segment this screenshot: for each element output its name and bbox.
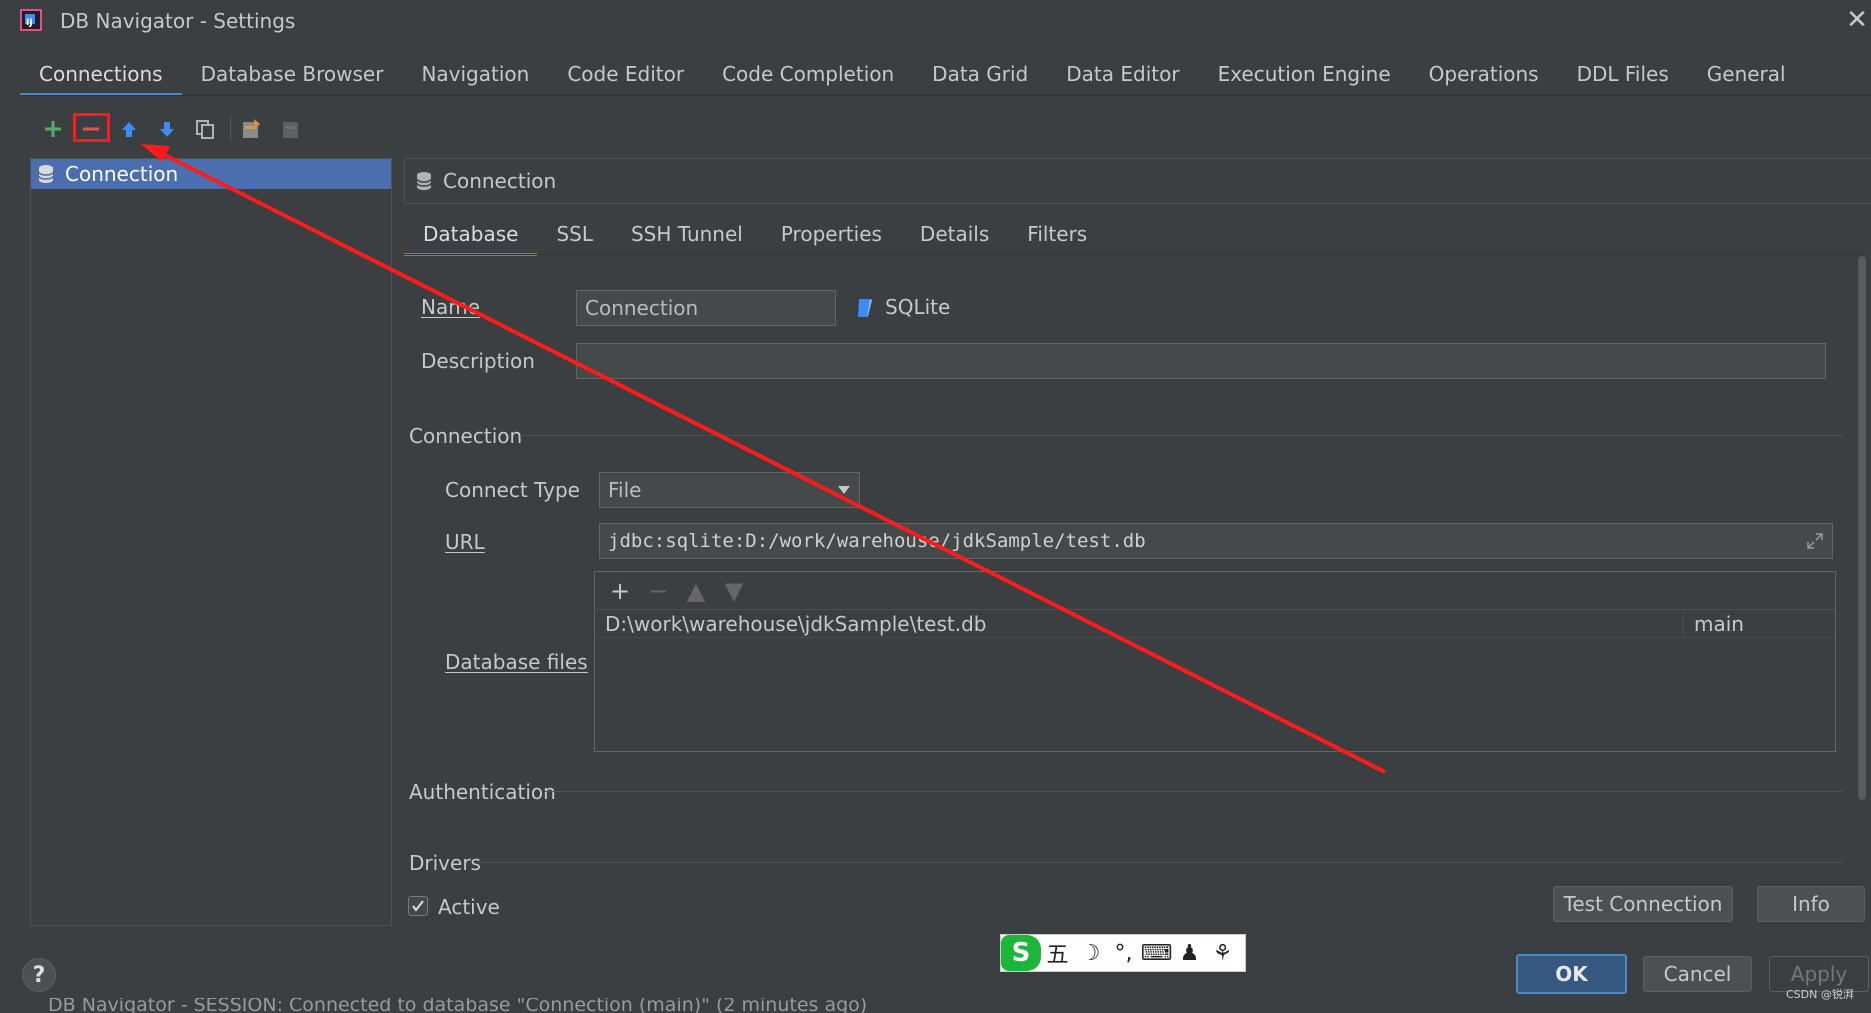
active-checkbox[interactable] — [408, 896, 428, 916]
file-path-cell[interactable]: D:\work\warehouse\jdkSample\test.db — [595, 612, 1683, 636]
tree-item-label: Connection — [65, 162, 179, 186]
apps-icon[interactable]: ⚘ — [1206, 941, 1239, 966]
close-icon[interactable]: ✕ — [1845, 7, 1869, 33]
database-files-toolbar: + − ▲ ▼ — [595, 572, 1835, 610]
tab-ddl-files[interactable]: DDL Files — [1558, 56, 1688, 96]
expand-icon[interactable] — [1806, 532, 1824, 550]
tree-item-connection[interactable]: Connection — [31, 159, 391, 189]
tab-connections[interactable]: Connections — [20, 56, 182, 96]
cancel-button[interactable]: Cancel — [1643, 956, 1752, 992]
sqlite-icon — [856, 297, 874, 324]
app-logo-icon: IJ — [20, 9, 42, 31]
connection-section-title: Connection — [409, 424, 523, 448]
export-icon — [243, 119, 260, 138]
copy-connection-button[interactable] — [190, 114, 220, 144]
export-button[interactable] — [237, 114, 267, 144]
tab-general[interactable]: General — [1688, 56, 1805, 96]
user-icon[interactable]: ♟ — [1173, 941, 1206, 966]
database-icon — [38, 165, 54, 183]
tab-execution-engine[interactable]: Execution Engine — [1199, 56, 1410, 96]
tab-ssh-tunnel[interactable]: SSH Tunnel — [612, 216, 762, 256]
section-divider — [520, 435, 1843, 436]
add-connection-button[interactable] — [38, 114, 68, 144]
move-down-icon — [160, 122, 174, 137]
move-file-up-icon[interactable]: ▲ — [681, 576, 711, 606]
tab-properties[interactable]: Properties — [762, 216, 901, 256]
table-row[interactable]: D:\work\warehouse\jdkSample\test.db main — [595, 609, 1835, 638]
connection-header: Connection — [404, 158, 1871, 204]
section-divider — [477, 862, 1843, 863]
name-label: Name — [421, 295, 481, 319]
ime-logo[interactable]: S — [1001, 935, 1041, 971]
help-button[interactable]: ? — [22, 958, 56, 992]
title-bar: IJ DB Navigator - Settings ✕ — [0, 0, 1871, 44]
ok-button[interactable]: OK — [1516, 954, 1627, 994]
copy-icon — [196, 120, 214, 139]
connect-type-label: Connect Type — [445, 478, 580, 502]
database-files-table: + − ▲ ▼ D:\work\warehouse\jdkSample\test… — [594, 571, 1836, 752]
tab-ssl[interactable]: SSL — [537, 216, 612, 256]
tab-data-editor[interactable]: Data Editor — [1047, 56, 1198, 96]
move-down-button[interactable] — [152, 114, 182, 144]
database-icon — [416, 172, 432, 190]
move-up-icon — [122, 122, 136, 137]
checkmark-icon — [412, 900, 424, 912]
file-schema-cell[interactable]: main — [1683, 609, 1744, 638]
section-divider — [545, 791, 1843, 792]
drivers-section-title[interactable]: Drivers — [409, 851, 481, 875]
url-field[interactable]: jdbc:sqlite:D:/work/warehouse/jdkSample/… — [599, 523, 1833, 559]
authentication-section-title[interactable]: Authentication — [409, 780, 556, 804]
connection-header-title: Connection — [443, 169, 557, 193]
punctuation-icon[interactable]: °, — [1107, 941, 1140, 966]
add-icon — [45, 121, 61, 137]
chevron-down-icon — [838, 486, 850, 494]
info-button[interactable]: Info — [1757, 886, 1865, 922]
active-label[interactable]: Active — [438, 895, 500, 919]
ime-toolbar: S 五 ☽ °, ⌨ ♟ ⚘ — [1000, 934, 1246, 972]
moon-icon[interactable]: ☽ — [1074, 941, 1107, 966]
tab-data-grid[interactable]: Data Grid — [913, 56, 1047, 96]
tab-database[interactable]: Database — [404, 216, 538, 256]
connection-tabs: Database SSL SSH Tunnel Properties Detai… — [404, 216, 1106, 256]
toolbar-separator — [230, 117, 231, 141]
tab-database-browser[interactable]: Database Browser — [182, 56, 403, 96]
move-up-button[interactable] — [114, 114, 144, 144]
tabs-divider — [20, 95, 1871, 96]
tab-filters[interactable]: Filters — [1008, 216, 1106, 256]
url-label: URL — [445, 530, 485, 554]
ime-mode-wubi[interactable]: 五 — [1041, 937, 1074, 969]
import-button[interactable] — [275, 114, 305, 144]
description-field[interactable] — [576, 343, 1826, 379]
annotation-highlight-box — [73, 113, 110, 142]
scrollbar[interactable] — [1858, 256, 1866, 800]
database-files-label: Database files — [445, 650, 588, 674]
tab-code-editor[interactable]: Code Editor — [548, 56, 703, 96]
connections-tree: Connection — [30, 158, 392, 926]
url-value: jdbc:sqlite:D:/work/warehouse/jdkSample/… — [608, 530, 1146, 552]
test-connection-button[interactable]: Test Connection — [1553, 886, 1733, 922]
tab-code-completion[interactable]: Code Completion — [703, 56, 913, 96]
subtabs-divider — [404, 254, 1866, 255]
settings-tabs: Connections Database Browser Navigation … — [20, 56, 1805, 96]
move-file-down-icon[interactable]: ▼ — [719, 576, 749, 606]
connect-type-select[interactable]: File — [599, 472, 860, 508]
status-text: DB Navigator - SESSION: Connected to dat… — [48, 998, 868, 1013]
watermark: CSDN @锐湃 — [1786, 988, 1854, 1001]
window-title: DB Navigator - Settings — [60, 9, 296, 33]
name-field[interactable]: Connection — [576, 290, 836, 326]
tab-details[interactable]: Details — [901, 216, 1008, 256]
tab-operations[interactable]: Operations — [1410, 56, 1558, 96]
import-icon — [283, 122, 298, 138]
database-type-label: SQLite — [885, 295, 951, 319]
tab-navigation[interactable]: Navigation — [402, 56, 548, 96]
connect-type-value: File — [608, 478, 642, 502]
add-file-icon[interactable]: + — [605, 576, 635, 606]
description-label: Description — [421, 349, 535, 373]
remove-file-icon[interactable]: − — [643, 576, 673, 606]
status-bar: DB Navigator - SESSION: Connected to dat… — [0, 998, 1871, 1013]
keyboard-icon[interactable]: ⌨ — [1140, 941, 1173, 966]
